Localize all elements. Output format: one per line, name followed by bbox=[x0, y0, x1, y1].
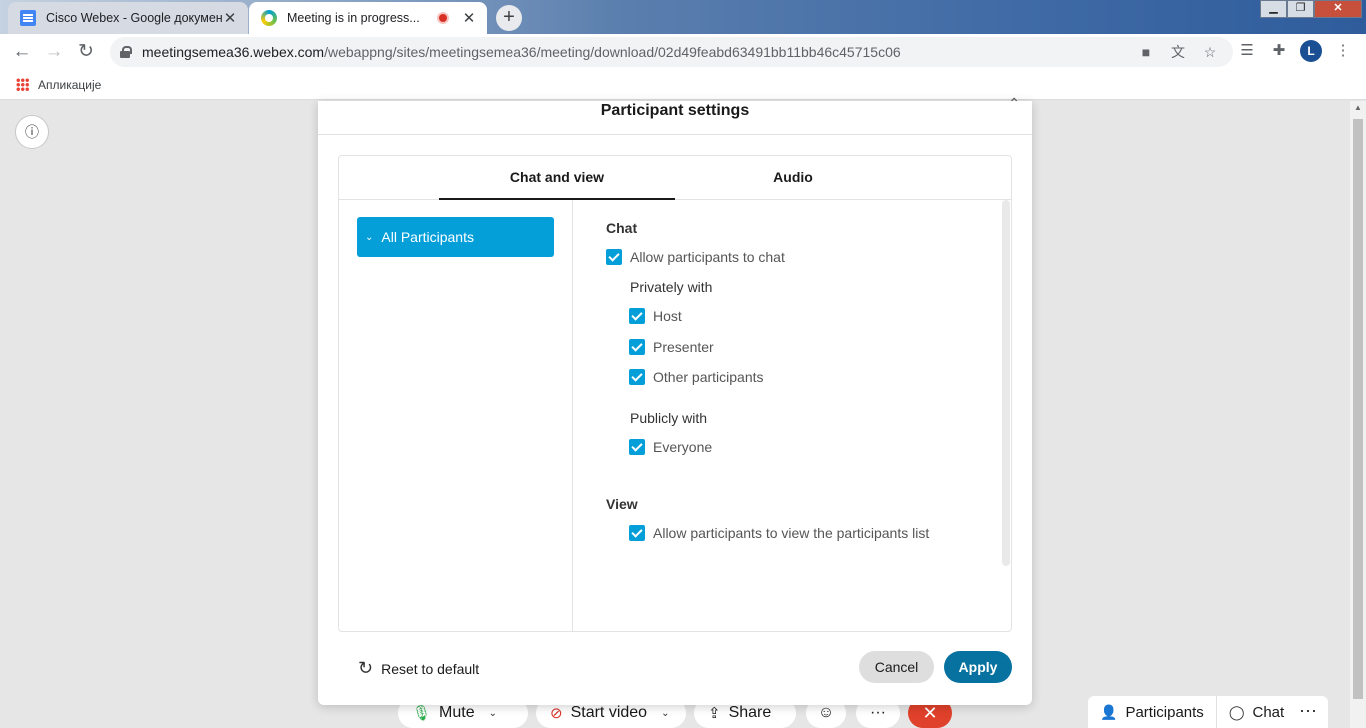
video-off-icon: ⊘ bbox=[550, 705, 563, 722]
checkbox-checked-icon[interactable] bbox=[629, 339, 645, 355]
tab-chat-and-view[interactable]: Chat and view bbox=[439, 156, 675, 200]
camera-in-use-icon[interactable]: ■ bbox=[1137, 43, 1155, 61]
participants-button[interactable]: 👤 Participants bbox=[1088, 696, 1216, 728]
meeting-info-icon[interactable]: ⓘ bbox=[15, 115, 49, 149]
private-presenter-checkbox[interactable]: Presenter bbox=[629, 339, 714, 355]
close-icon: ✕ bbox=[922, 702, 938, 723]
checkbox-checked-icon[interactable] bbox=[629, 369, 645, 385]
checkbox-label: Presenter bbox=[653, 339, 714, 355]
recording-icon bbox=[437, 12, 449, 24]
cancel-button[interactable]: Cancel bbox=[859, 651, 934, 683]
bookmark-apps[interactable]: Апликације bbox=[38, 78, 101, 92]
browser-tab-docs[interactable]: Cisco Webex - Google документ ✕ bbox=[8, 2, 248, 34]
checkbox-label: Host bbox=[653, 308, 682, 324]
more-dots-icon: ··· bbox=[870, 704, 886, 721]
dialog-title: Participant settings bbox=[600, 102, 750, 119]
chevron-down-icon: ⌄ bbox=[365, 231, 374, 243]
bookmark-star-icon[interactable]: ☆ bbox=[1201, 43, 1219, 61]
google-docs-icon bbox=[20, 10, 36, 26]
chevron-down-icon[interactable]: ⌄ bbox=[661, 708, 669, 719]
checkbox-label: Other participants bbox=[653, 369, 764, 385]
browser-tab-strip: Cisco Webex - Google документ ✕ Meeting … bbox=[0, 0, 1366, 34]
bookmarks-bar: Апликације bbox=[0, 70, 1366, 100]
browser-menu-icon[interactable]: ⋮ bbox=[1332, 40, 1354, 62]
public-everyone-checkbox[interactable]: Everyone bbox=[629, 439, 712, 455]
translate-icon[interactable]: 文 bbox=[1169, 43, 1187, 61]
dialog-header: Participant settings ⌃ bbox=[318, 95, 1032, 135]
extensions-puzzle-icon[interactable]: ✚ bbox=[1268, 40, 1290, 62]
new-tab-button[interactable]: + bbox=[496, 5, 522, 31]
profile-avatar[interactable]: L bbox=[1300, 40, 1322, 62]
url-path: /webappng/sites/meetingsemea36/meeting/d… bbox=[324, 44, 901, 60]
chat-label: Chat bbox=[1252, 703, 1285, 721]
video-label: Start video bbox=[570, 704, 648, 721]
smiley-icon: ☺ bbox=[817, 704, 835, 721]
window-close-button[interactable]: ✕ bbox=[1314, 0, 1362, 18]
apply-button[interactable]: Apply bbox=[944, 651, 1012, 683]
tab-title: Meeting is in progress... bbox=[287, 11, 420, 25]
role-label: All Participants bbox=[381, 229, 474, 245]
collapse-chevron-icon[interactable]: ⌃ bbox=[1008, 95, 1020, 112]
tab-title: Cisco Webex - Google документ bbox=[46, 11, 222, 25]
settings-panel: Chat and view Audio ⌄ All Participants C… bbox=[338, 155, 1012, 632]
private-other-participants-checkbox[interactable]: Other participants bbox=[629, 369, 764, 385]
participant-settings-dialog: Participant settings ⌃ Chat and view Aud… bbox=[318, 95, 1032, 705]
reset-to-default-button[interactable]: ↻ Reset to default bbox=[358, 658, 479, 679]
options-scrollbar[interactable] bbox=[1002, 200, 1010, 566]
scrollbar-thumb[interactable] bbox=[1353, 119, 1363, 699]
chevron-down-icon[interactable]: ⌄ bbox=[489, 708, 497, 719]
checkbox-checked-icon[interactable] bbox=[629, 525, 645, 541]
reload-icon[interactable]: ↻ bbox=[70, 36, 102, 68]
page-scrollbar[interactable]: ▲ bbox=[1350, 101, 1366, 728]
checkbox-checked-icon[interactable] bbox=[629, 308, 645, 324]
settings-tabs: Chat and view Audio bbox=[339, 156, 1011, 200]
webex-icon bbox=[261, 10, 277, 26]
url-text: meetingsemea36.webex.com/webappng/sites/… bbox=[142, 44, 901, 60]
microphone-icon: 🎙 bbox=[412, 705, 432, 722]
participants-label: Participants bbox=[1125, 703, 1204, 721]
back-arrow-icon[interactable]: ← bbox=[6, 36, 38, 68]
chat-section-title: Chat bbox=[606, 220, 638, 236]
close-tab-icon[interactable]: ✕ bbox=[222, 9, 238, 27]
apps-grid-icon[interactable] bbox=[16, 78, 29, 91]
panel-more-button[interactable]: ··· bbox=[1290, 700, 1326, 728]
reading-list-icon[interactable]: ☰ bbox=[1236, 40, 1258, 62]
chat-button[interactable]: ◯ Chat bbox=[1215, 696, 1296, 728]
address-bar[interactable]: meetingsemea36.webex.com/webappng/sites/… bbox=[110, 37, 1233, 67]
tab-audio[interactable]: Audio bbox=[675, 156, 911, 200]
checkbox-checked-icon[interactable] bbox=[629, 439, 645, 455]
private-host-checkbox[interactable]: Host bbox=[629, 308, 682, 324]
settings-options: Chat Allow participants to chat Privatel… bbox=[573, 200, 1011, 631]
scroll-up-icon[interactable]: ▲ bbox=[1353, 103, 1363, 113]
share-label: Share bbox=[728, 704, 772, 721]
url-host: meetingsemea36.webex.com bbox=[142, 44, 325, 60]
publicly-with-title: Publicly with bbox=[630, 410, 708, 426]
close-tab-icon[interactable]: ✕ bbox=[461, 9, 477, 27]
share-upload-icon: ⇪ bbox=[708, 705, 721, 722]
forward-arrow-icon[interactable]: → bbox=[38, 36, 70, 68]
browser-tab-meeting[interactable]: Meeting is in progress... ✕ bbox=[249, 2, 487, 34]
window-minimize-button[interactable]: ▁ bbox=[1260, 0, 1287, 18]
allow-chat-checkbox[interactable]: Allow participants to chat bbox=[606, 249, 785, 265]
checkbox-checked-icon[interactable] bbox=[606, 249, 622, 265]
person-icon: 👤 bbox=[1100, 703, 1118, 720]
role-item-all-participants[interactable]: ⌄ All Participants bbox=[357, 217, 554, 257]
chat-bubble-icon: ◯ bbox=[1228, 703, 1245, 720]
view-section-title: View bbox=[606, 496, 638, 512]
lock-icon bbox=[120, 46, 132, 58]
checkbox-label: Allow participants to chat bbox=[630, 249, 785, 265]
reset-label: Reset to default bbox=[381, 660, 480, 677]
checkbox-label: Allow participants to view the participa… bbox=[653, 525, 930, 541]
mute-label: Mute bbox=[439, 704, 475, 721]
privately-with-title: Privately with bbox=[630, 279, 713, 295]
role-list: ⌄ All Participants bbox=[339, 200, 573, 631]
browser-right-tools: ☰ ✚ L ⋮ bbox=[1236, 40, 1354, 62]
window-maximize-button[interactable]: ❐ bbox=[1287, 0, 1314, 18]
checkbox-label: Everyone bbox=[653, 439, 713, 455]
omnibox-icons: ■ 文 ☆ bbox=[1137, 43, 1219, 61]
browser-toolbar: ← → ↻ meetingsemea36.webex.com/webappng/… bbox=[0, 34, 1366, 70]
reset-arrow-icon: ↻ bbox=[358, 658, 374, 678]
allow-view-list-checkbox[interactable]: Allow participants to view the participa… bbox=[629, 525, 929, 541]
more-dots-icon: ··· bbox=[1299, 700, 1317, 720]
